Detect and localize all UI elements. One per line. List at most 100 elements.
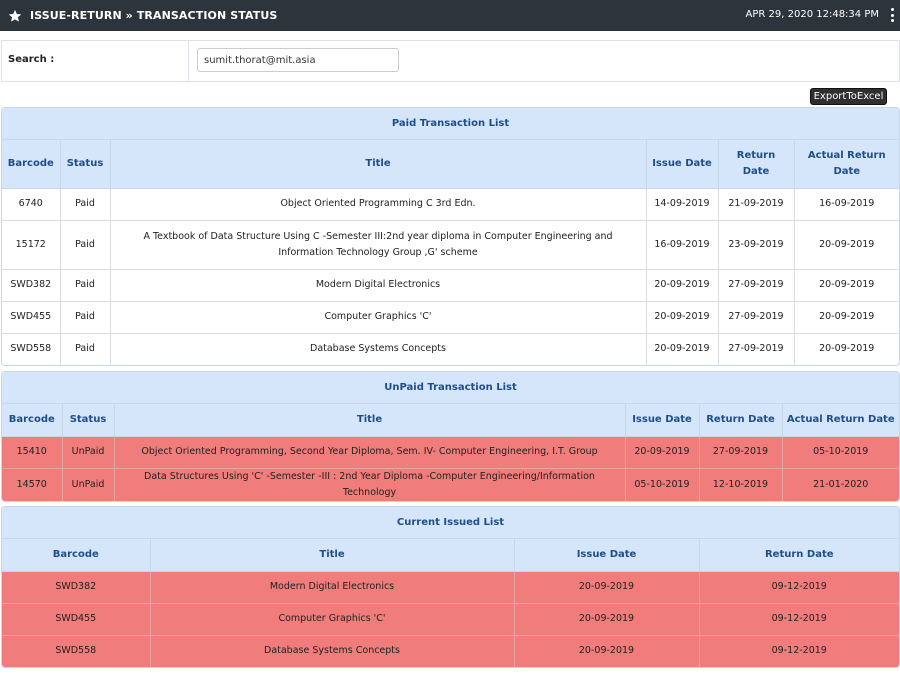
- column-header-barcode[interactable]: Barcode: [2, 140, 61, 189]
- page-title: ISSUE-RETURN » TRANSACTION STATUS: [30, 9, 278, 22]
- status-cell: Paid: [60, 220, 111, 270]
- column-header-title[interactable]: Title: [114, 404, 626, 437]
- barcode-cell: SWD382: [2, 571, 151, 604]
- table-row[interactable]: SWD455 Paid Computer Graphics 'C' 20-09-…: [2, 301, 899, 334]
- table-row[interactable]: 14570 UnPaid Data Structures Using 'C' -…: [2, 468, 899, 501]
- return-date-cell: 09-12-2019: [699, 603, 899, 636]
- column-header-actual-return-date[interactable]: Actual Return Date: [782, 404, 899, 437]
- paid-transaction-panel: Paid Transaction List Barcode Status Tit…: [1, 107, 900, 366]
- column-header-return-date[interactable]: Return Date: [699, 539, 899, 572]
- current-issued-title: Current Issued List: [2, 507, 899, 539]
- search-row: Search :: [1, 40, 900, 82]
- return-date-cell: 27-09-2019: [718, 269, 795, 302]
- barcode-cell: SWD382: [2, 269, 61, 302]
- table-row[interactable]: SWD558 Database Systems Concepts 20-09-2…: [2, 635, 899, 667]
- unpaid-transaction-title: UnPaid Transaction List: [2, 372, 899, 404]
- barcode-cell: 14570: [2, 468, 63, 501]
- title-cell: Data Structures Using 'C' -Semester -III…: [114, 468, 626, 501]
- datetime-display: APR 29, 2020 12:48:34 PM: [745, 9, 879, 20]
- actual-return-date-cell: 20-09-2019: [794, 220, 899, 270]
- return-date-cell: 27-09-2019: [718, 301, 795, 334]
- title-cell: Object Oriented Programming C 3rd Edn.: [110, 188, 647, 221]
- barcode-cell: SWD558: [2, 333, 61, 365]
- more-menu-icon[interactable]: [890, 8, 894, 22]
- status-cell: Paid: [60, 269, 111, 302]
- title-cell: Database Systems Concepts: [150, 635, 515, 667]
- title-cell: Database Systems Concepts: [110, 333, 647, 365]
- table-row[interactable]: 15410 UnPaid Object Oriented Programming…: [2, 436, 899, 469]
- issue-date-cell: 20-09-2019: [514, 603, 700, 636]
- column-header-status[interactable]: Status: [60, 140, 111, 189]
- table-row[interactable]: 15172 Paid A Textbook of Data Structure …: [2, 220, 899, 270]
- issue-date-cell: 05-10-2019: [625, 468, 700, 501]
- issue-date-cell: 20-09-2019: [514, 635, 700, 667]
- unpaid-transaction-table: Barcode Status Title Issue Date Return D…: [2, 404, 899, 501]
- current-issued-table: Barcode Title Issue Date Return Date SWD…: [2, 539, 899, 667]
- return-date-cell: 27-09-2019: [718, 333, 795, 365]
- column-header-return-date[interactable]: Return Date: [699, 404, 783, 437]
- paid-transaction-table: Barcode Status Title Issue Date Return D…: [2, 140, 899, 365]
- return-date-cell: 23-09-2019: [718, 220, 795, 270]
- table-row[interactable]: SWD455 Computer Graphics 'C' 20-09-2019 …: [2, 603, 899, 636]
- column-header-barcode[interactable]: Barcode: [2, 404, 63, 437]
- search-input[interactable]: [197, 48, 399, 72]
- return-date-cell: 27-09-2019: [699, 436, 783, 469]
- column-header-title[interactable]: Title: [150, 539, 515, 572]
- actual-return-date-cell: 20-09-2019: [819, 343, 875, 355]
- column-header-barcode[interactable]: Barcode: [2, 539, 151, 572]
- issue-date-cell: 16-09-2019: [646, 220, 719, 270]
- current-issued-panel: Current Issued List Barcode Title Issue …: [1, 506, 900, 668]
- issue-date-cell: 20-09-2019: [625, 436, 700, 469]
- status-cell: UnPaid: [62, 468, 115, 501]
- title-cell: A Textbook of Data Structure Using C -Se…: [110, 220, 647, 270]
- paid-transaction-title: Paid Transaction List: [2, 108, 899, 140]
- table-row[interactable]: SWD382 Modern Digital Electronics 20-09-…: [2, 571, 899, 604]
- actual-return-date-cell: 20-09-2019: [794, 301, 899, 334]
- table-header-row: Barcode Status Title Issue Date Return D…: [2, 140, 899, 189]
- issue-date-cell: 14-09-2019: [646, 188, 719, 221]
- barcode-cell: 15410: [2, 436, 63, 469]
- export-to-excel-button[interactable]: ExportToExcel: [810, 88, 887, 105]
- column-header-actual-return-date[interactable]: Actual Return Date: [794, 140, 899, 189]
- issue-date-cell: 20-09-2019: [646, 333, 719, 365]
- top-bar: ISSUE-RETURN » TRANSACTION STATUS APR 29…: [0, 0, 900, 31]
- column-header-issue-date[interactable]: Issue Date: [625, 404, 700, 437]
- column-header-return-date[interactable]: Return Date: [718, 140, 795, 189]
- return-date-cell: 21-09-2019: [718, 188, 795, 221]
- table-header-row: Barcode Title Issue Date Return Date: [2, 539, 899, 572]
- issue-date-cell: 20-09-2019: [646, 301, 719, 334]
- divider: [188, 41, 189, 81]
- star-icon[interactable]: [8, 9, 22, 23]
- actual-return-date-cell: 20-09-2019: [794, 269, 899, 302]
- actual-return-date-cell: 21-01-2020: [782, 468, 899, 501]
- column-header-status[interactable]: Status: [62, 404, 115, 437]
- title-cell: Object Oriented Programming, Second Year…: [114, 436, 626, 469]
- column-header-issue-date[interactable]: Issue Date: [646, 140, 719, 189]
- actual-return-date-cell: 05-10-2019: [782, 436, 899, 469]
- barcode-cell: 15172: [2, 220, 61, 270]
- issue-date-cell: 20-09-2019: [646, 269, 719, 302]
- table-row[interactable]: 6740 Paid Object Oriented Programming C …: [2, 188, 899, 221]
- issue-date-cell: 20-09-2019: [514, 571, 700, 604]
- unpaid-transaction-panel: UnPaid Transaction List Barcode Status T…: [1, 371, 900, 502]
- status-cell: Paid: [60, 333, 111, 365]
- barcode-cell: SWD558: [2, 635, 151, 667]
- title-cell: Computer Graphics 'C': [150, 603, 515, 636]
- return-date-cell: 09-12-2019: [699, 571, 899, 604]
- title-cell: Computer Graphics 'C': [110, 301, 647, 334]
- search-label: Search :: [8, 54, 55, 65]
- return-date-cell: 09-12-2019: [699, 635, 899, 667]
- column-header-title[interactable]: Title: [110, 140, 647, 189]
- table-header-row: Barcode Status Title Issue Date Return D…: [2, 404, 899, 437]
- table-row[interactable]: SWD382 Paid Modern Digital Electronics 2…: [2, 269, 899, 302]
- status-cell: UnPaid: [62, 436, 115, 469]
- status-cell: Paid: [60, 301, 111, 334]
- title-cell: Modern Digital Electronics: [150, 571, 515, 604]
- column-header-issue-date[interactable]: Issue Date: [514, 539, 700, 572]
- return-date-cell: 12-10-2019: [699, 468, 783, 501]
- barcode-cell: SWD455: [2, 603, 151, 636]
- title-cell: Modern Digital Electronics: [110, 269, 647, 302]
- barcode-cell: 6740: [2, 188, 61, 221]
- barcode-cell: SWD455: [2, 301, 61, 334]
- table-row[interactable]: SWD558 Paid Database Systems Concepts 20…: [2, 333, 899, 365]
